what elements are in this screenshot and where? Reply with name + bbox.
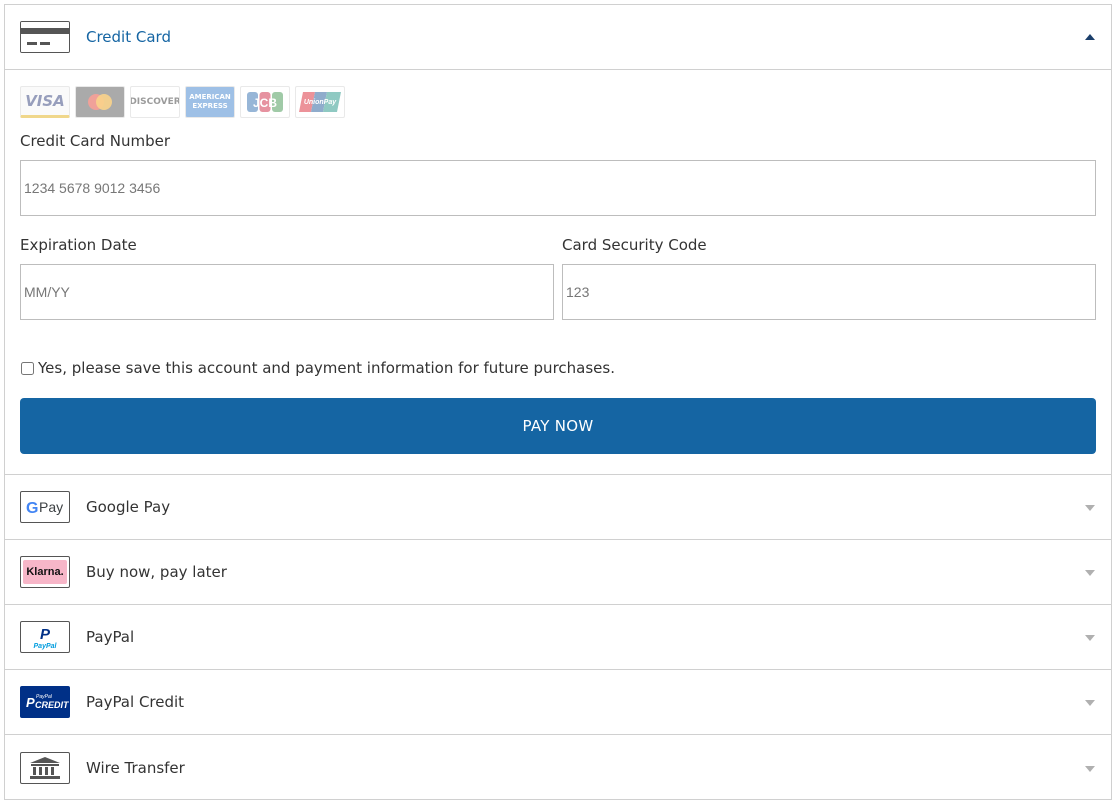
paypal-text: PayPal — [34, 643, 58, 650]
payment-method-paypal[interactable]: P PayPal PayPal — [5, 605, 1111, 670]
mastercard-logo — [75, 86, 125, 118]
chevron-down-icon[interactable] — [1085, 505, 1095, 511]
method-label: PayPal Credit — [86, 693, 185, 711]
payment-method-klarna[interactable]: Klarna. Buy now, pay later — [5, 540, 1111, 605]
credit-card-form: VISA DISCOVER AMERICAN EXPRESS JCB Union… — [5, 70, 1111, 475]
chevron-down-icon[interactable] — [1085, 635, 1095, 641]
svg-text:P: P — [26, 695, 35, 710]
chevron-down-icon[interactable] — [1085, 570, 1095, 576]
klarna-text: Klarna. — [23, 560, 67, 584]
paypal-credit-text: CREDIT — [35, 700, 69, 710]
svg-text:UnionPay: UnionPay — [304, 99, 337, 106]
credit-card-header[interactable]: Credit Card — [5, 5, 1111, 70]
credit-card-label: Credit Card — [86, 28, 171, 46]
pay-now-button[interactable]: PAY NOW — [20, 398, 1096, 454]
chevron-down-icon[interactable] — [1085, 765, 1095, 772]
security-code-label: Card Security Code — [562, 236, 707, 254]
discover-logo: DISCOVER — [130, 86, 180, 118]
card-brand-logos: VISA DISCOVER AMERICAN EXPRESS JCB Union… — [20, 86, 345, 118]
paypal-credit-icon: P PayPal CREDIT — [20, 686, 70, 718]
gpay-text: Pay — [39, 499, 63, 515]
payment-method-wire-transfer[interactable]: Wire Transfer — [5, 735, 1111, 800]
unionpay-logo: UnionPay — [295, 86, 345, 118]
save-info-label: Yes, please save this account and paymen… — [38, 359, 615, 377]
save-info-checkbox[interactable] — [21, 361, 34, 375]
card-number-label: Credit Card Number — [20, 132, 170, 150]
google-pay-icon: G Pay — [20, 491, 70, 523]
chevron-down-icon[interactable] — [1085, 700, 1095, 706]
method-label: Google Pay — [86, 498, 171, 516]
save-info-row[interactable]: Yes, please save this account and paymen… — [20, 359, 615, 377]
klarna-icon: Klarna. — [20, 556, 70, 588]
security-code-input[interactable] — [562, 264, 1096, 320]
card-number-input[interactable] — [20, 160, 1096, 216]
visa-logo: VISA — [20, 86, 70, 118]
paypal-icon: P PayPal — [20, 621, 70, 653]
bank-icon — [20, 751, 70, 784]
svg-text:G: G — [26, 500, 38, 517]
payment-method-paypal-credit[interactable]: P PayPal CREDIT PayPal Credit — [5, 670, 1111, 735]
svg-text:JCB: JCB — [253, 96, 277, 110]
chevron-up-icon[interactable] — [1085, 34, 1095, 40]
credit-card-icon — [20, 21, 70, 53]
payment-methods-panel: Credit Card VISA DISCOVER AMERICAN EXPRE… — [4, 4, 1112, 800]
method-label: Buy now, pay later — [86, 563, 227, 581]
expiration-date-input[interactable] — [20, 264, 554, 320]
expiration-date-label: Expiration Date — [20, 236, 137, 254]
amex-logo: AMERICAN EXPRESS — [185, 86, 235, 118]
method-label: PayPal — [86, 628, 135, 646]
payment-method-google-pay[interactable]: G Pay Google Pay — [5, 475, 1111, 540]
svg-text:P: P — [40, 626, 51, 643]
method-label: Wire Transfer — [86, 758, 185, 777]
jcb-logo: JCB — [240, 86, 290, 118]
